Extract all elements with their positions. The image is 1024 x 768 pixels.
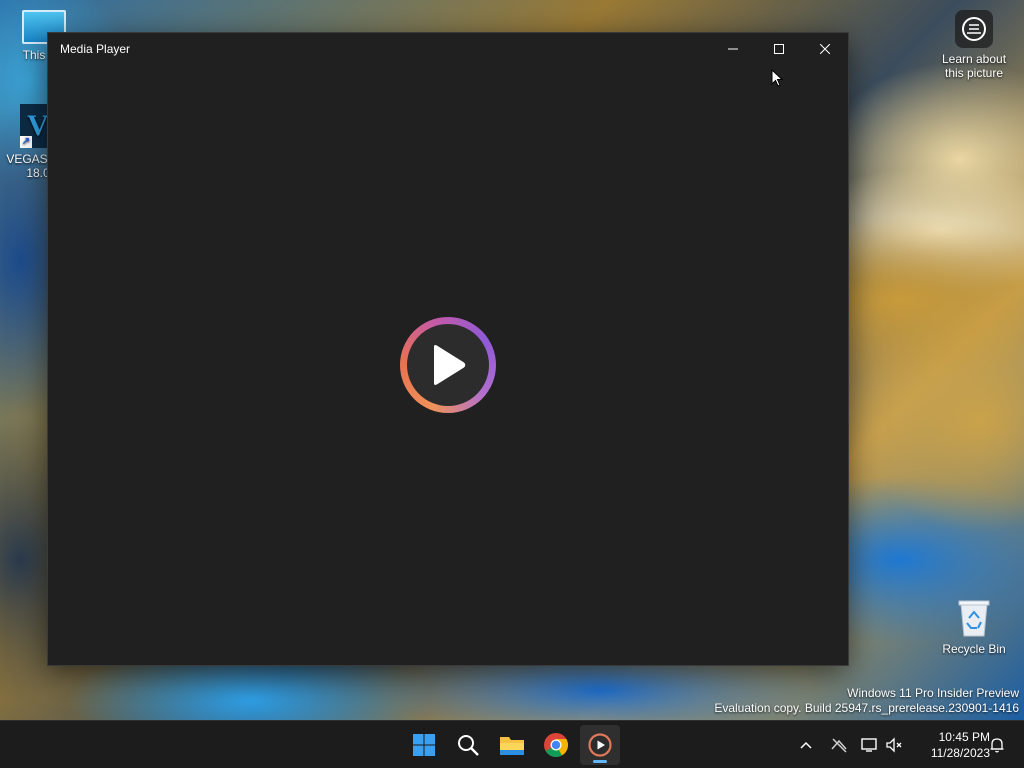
windows-watermark: Windows 11 Pro Insider Preview Evaluatio… (714, 686, 1019, 716)
media-player-window[interactable]: Media Player (48, 33, 848, 665)
chrome-icon (544, 733, 569, 758)
desktop-icon-label: Recycle Bin (942, 642, 1006, 656)
maximize-button[interactable] (756, 33, 802, 65)
file-explorer-icon (500, 737, 524, 755)
title-bar[interactable]: Media Player (48, 33, 848, 65)
maximize-icon (774, 44, 784, 54)
notification-bell-icon (990, 738, 1004, 753)
desktop-icon-label: Learn about this picture (941, 52, 1007, 80)
system-clock[interactable]: 10:45 PM 11/28/2023 (910, 729, 990, 761)
close-icon (820, 44, 830, 54)
play-icon (434, 345, 466, 385)
chrome-button[interactable] (536, 725, 576, 765)
close-button[interactable] (802, 33, 848, 65)
watermark-line-1: Windows 11 Pro Insider Preview (847, 686, 1019, 700)
display-icon (861, 738, 877, 752)
network-off-icon (831, 738, 847, 753)
media-player-taskbar-button[interactable] (580, 725, 620, 765)
minimize-icon (728, 48, 738, 50)
clock-date: 11/28/2023 (930, 746, 990, 760)
mouse-cursor (771, 68, 784, 92)
desktop-icon-recycle-bin[interactable]: Recycle Bin (936, 598, 1012, 656)
volume-control[interactable] (882, 721, 906, 768)
display-status[interactable] (858, 721, 882, 768)
media-player-icon (588, 733, 612, 757)
window-title: Media Player (60, 42, 131, 56)
play-button[interactable] (400, 317, 496, 413)
taskbar: 10:45 PM 11/28/2023 (0, 720, 1024, 768)
desktop-icon-learn-about-picture[interactable]: Learn about this picture (936, 10, 1012, 80)
network-status[interactable] (826, 721, 852, 768)
play-button-inner (407, 324, 489, 406)
clock-time: 10:45 PM (938, 730, 990, 744)
notifications-button[interactable] (986, 721, 1008, 768)
search-icon (458, 735, 479, 756)
volume-muted-icon (886, 737, 902, 753)
shortcut-arrow-icon: ↗ (20, 136, 32, 148)
spotlight-camera-icon (955, 10, 993, 48)
windows-start-icon (413, 734, 435, 756)
minimize-button[interactable] (710, 33, 756, 65)
active-app-indicator (593, 760, 607, 763)
start-button[interactable] (404, 725, 444, 765)
show-hidden-icons-button[interactable] (794, 721, 818, 768)
search-button[interactable] (448, 725, 488, 765)
recycle-bin-icon (957, 598, 991, 638)
chevron-up-icon (800, 741, 812, 749)
file-explorer-button[interactable] (492, 725, 532, 765)
watermark-line-2: Evaluation copy. Build 25947.rs_prerelea… (714, 701, 1019, 715)
